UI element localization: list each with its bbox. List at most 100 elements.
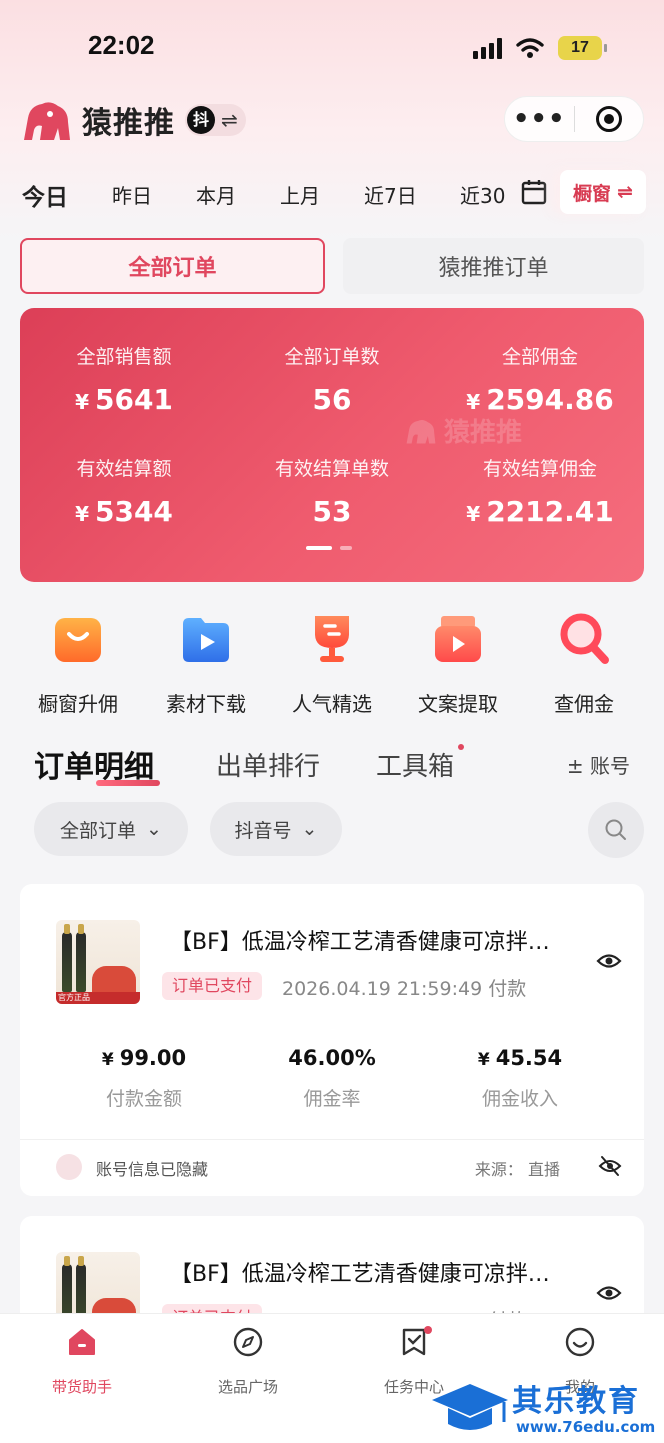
account-button[interactable]: ± 账号 <box>567 750 630 779</box>
account-info-hidden: 账号信息已隐藏 <box>96 1160 209 1179</box>
tab-sales-assistant[interactable]: 带货助手 <box>22 1326 142 1397</box>
video-text-icon <box>435 616 481 662</box>
calendar-icon[interactable] <box>520 178 548 206</box>
graduation-cap-icon <box>432 1384 508 1430</box>
stat-value: ¥2212.41 <box>466 495 614 528</box>
quick-action-label: 查佣金 <box>554 692 614 716</box>
target-icon <box>595 106 622 132</box>
status-bar: 22:02 17 <box>0 0 664 96</box>
close-miniprogram-button[interactable] <box>575 106 644 132</box>
metric-value: ¥99.00 <box>101 1046 187 1070</box>
eye-icon[interactable] <box>596 1280 622 1306</box>
carousel-indicator <box>306 546 352 550</box>
compass-icon <box>233 1327 263 1357</box>
search-button[interactable] <box>588 802 644 858</box>
date-tab-30-days[interactable]: 近30 <box>460 180 505 209</box>
stat-value: 53 <box>312 495 352 528</box>
swap-icon: ⇌ <box>617 181 633 203</box>
yen-symbol: ¥ <box>75 502 89 526</box>
stat-total-commission: 全部佣金 ¥2594.86 <box>436 342 644 416</box>
stat-label: 全部佣金 <box>501 346 578 368</box>
notification-dot <box>424 1326 432 1334</box>
stat-value: ¥5641 <box>75 383 173 416</box>
product-title: 【BF】低温冷榨工艺清香健康可凉拌… <box>170 1262 550 1287</box>
quick-action-popular-picks[interactable]: 人气精选 <box>272 612 392 717</box>
stat-settled-commission: 有效结算佣金 ¥2212.41 <box>436 454 644 528</box>
chevron-down-icon: ⌄ <box>146 818 162 840</box>
filter-all-orders[interactable]: 全部订单 ⌄ <box>34 802 188 856</box>
smile-icon <box>565 1327 595 1357</box>
quick-action-check-commission[interactable]: 查佣金 <box>524 612 644 717</box>
more-menu-icon[interactable]: ••• <box>505 106 574 132</box>
tab-sales-ranking[interactable]: 出单排行 <box>216 746 320 783</box>
window-chip-label: 橱窗 <box>573 182 612 205</box>
home-icon <box>69 1329 95 1355</box>
gorilla-logo-icon <box>24 102 70 140</box>
metric-commission-rate: 46.00% 佣金率 <box>242 1046 422 1111</box>
stat-total-orders: 全部订单数 56 <box>228 342 436 416</box>
order-source: 来源： 直播 <box>474 1160 560 1179</box>
quick-action-label: 文案提取 <box>418 692 498 716</box>
quick-action-material-download[interactable]: 素材下载 <box>146 612 266 717</box>
filter-label: 抖音号 <box>234 819 292 842</box>
payment-time: 2026.04.19 21:59:49 付款 <box>282 978 527 1000</box>
filter-douyin-account[interactable]: 抖音号 ⌄ <box>210 802 342 856</box>
eye-off-icon[interactable] <box>598 1154 622 1178</box>
product-image: 官方正品 <box>56 920 140 1004</box>
tab-yuantuitui-orders[interactable]: 猿推推订单 <box>343 238 644 294</box>
eye-icon[interactable] <box>596 948 622 974</box>
miniprogram-capsule: ••• <box>504 96 644 142</box>
quick-action-label: 素材下载 <box>166 692 246 716</box>
indicator-active <box>306 546 332 550</box>
status-badge: 订单已支付 <box>162 972 263 1000</box>
window-switch-button[interactable]: 橱窗 ⇌ <box>560 170 646 214</box>
edu-brand-name: 其乐教育 <box>512 1384 640 1419</box>
card-watermark: 猿推推 <box>404 412 522 449</box>
filter-label: 全部订单 <box>60 819 137 842</box>
section-tabs: 订单明细 出单排行 工具箱 <box>34 740 634 788</box>
product-title: 【BF】低温冷榨工艺清香健康可凉拌… <box>170 930 550 955</box>
yen-symbol: ¥ <box>466 390 481 414</box>
stat-label: 有效结算佣金 <box>482 458 597 480</box>
quick-action-copy-extract[interactable]: 文案提取 <box>398 612 518 717</box>
tab-label: 选品广场 <box>217 1378 278 1396</box>
status-icons: 17 <box>473 36 607 60</box>
stat-settled-orders: 有效结算单数 53 <box>228 454 436 528</box>
quick-action-label: 人气精选 <box>292 692 372 716</box>
tab-product-plaza[interactable]: 选品广场 <box>188 1326 308 1397</box>
metric-label: 付款金额 <box>105 1088 182 1110</box>
active-tab-underline <box>96 780 160 786</box>
date-tab-7-days[interactable]: 近7日 <box>364 180 417 209</box>
order-card[interactable]: 官方正品 【BF】低温冷榨工艺清香健康可凉拌… 订单已支付 2026.04.19… <box>20 884 644 1196</box>
stats-card[interactable]: 全部销售额 ¥5641 全部订单数 56 全部佣金 ¥2594.86 有效结算额… <box>20 308 644 582</box>
date-tab-last-month[interactable]: 上月 <box>280 180 320 209</box>
account-switch[interactable]: 抖 ⇌ <box>185 104 246 136</box>
cellular-signal-icon <box>473 37 502 59</box>
stat-label: 全部销售额 <box>76 346 172 368</box>
stat-label: 全部订单数 <box>284 346 380 368</box>
quick-actions: 橱窗升佣 素材下载 人气精选 文案提取 查佣金 <box>0 612 664 722</box>
douyin-icon: 抖 <box>187 106 215 134</box>
date-tab-today[interactable]: 今日 <box>22 178 68 212</box>
notification-dot <box>458 744 464 750</box>
trophy-icon <box>315 616 349 662</box>
metric-value: 46.00% <box>288 1046 376 1070</box>
stat-label: 有效结算额 <box>76 458 172 480</box>
wifi-icon <box>516 38 544 58</box>
order-card[interactable]: 【BF】低温冷榨工艺清香健康可凉拌… 订单已支付 2026.04.19 21:4… <box>20 1216 644 1326</box>
order-type-tabs: 全部订单 猿推推订单 <box>20 238 644 296</box>
metric-pay-amount: ¥99.00 付款金额 <box>54 1046 234 1111</box>
date-tab-yesterday[interactable]: 昨日 <box>112 180 152 209</box>
divider <box>20 1139 644 1140</box>
swap-icon: ⇌ <box>221 108 238 132</box>
edu-watermark: 其乐教育 www.76edu.com <box>428 1372 664 1443</box>
tab-all-orders[interactable]: 全部订单 <box>20 238 325 294</box>
quick-action-window-upgrade[interactable]: 橱窗升佣 <box>18 612 138 717</box>
filters: 全部订单 ⌄ 抖音号 ⌄ <box>34 802 644 858</box>
tab-toolbox[interactable]: 工具箱 <box>376 746 454 783</box>
metric-label: 佣金收入 <box>481 1088 558 1110</box>
status-time: 22:02 <box>88 30 155 60</box>
indicator-inactive <box>340 546 352 550</box>
gorilla-logo-icon <box>406 419 436 443</box>
date-tab-this-month[interactable]: 本月 <box>196 180 236 209</box>
